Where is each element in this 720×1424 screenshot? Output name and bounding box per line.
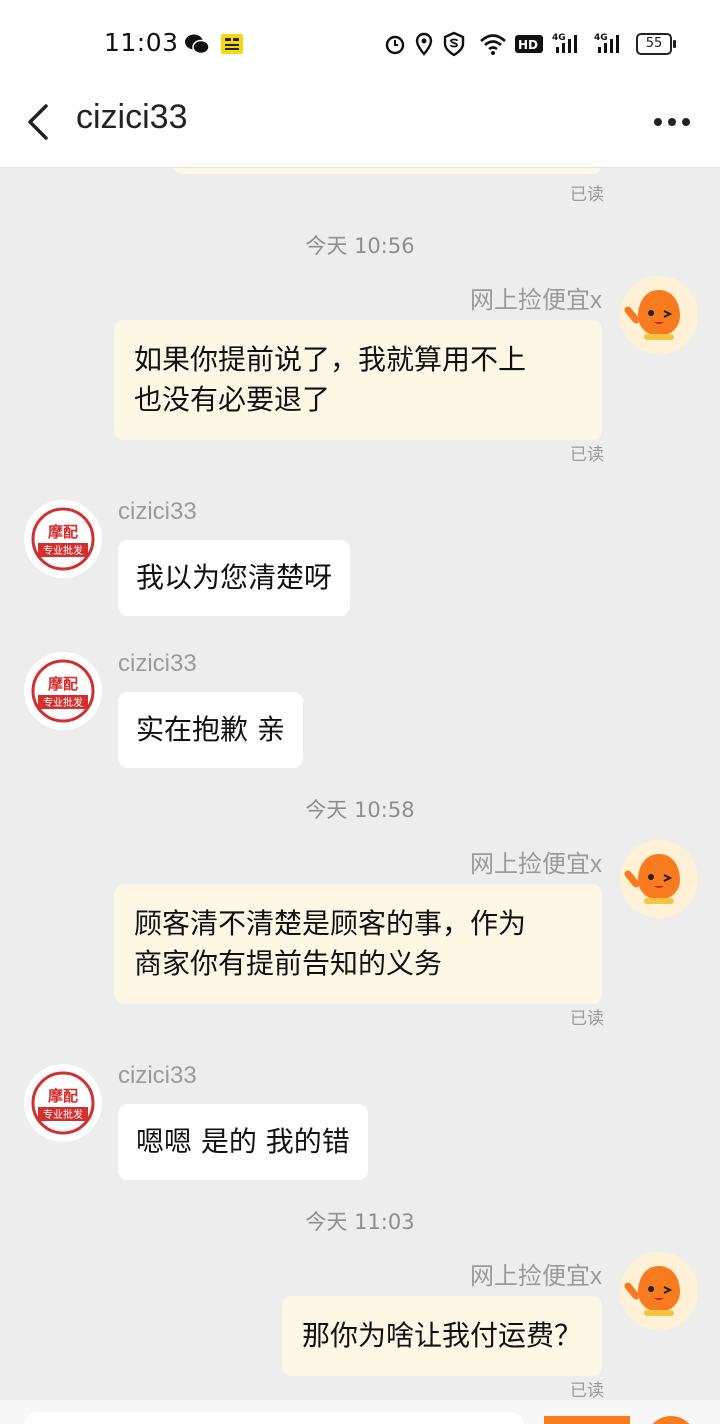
- svg-text:专业批发: 专业批发: [43, 544, 83, 557]
- message-bubble[interactable]: 嗯嗯 是的 我的错: [118, 1104, 368, 1180]
- wifi-icon: [480, 34, 506, 55]
- svg-text:摩配: 摩配: [48, 523, 78, 541]
- avatar[interactable]: 摩配 专业批发: [24, 1064, 102, 1142]
- message-text-line: 顾客清不清楚是顾客的事，作为: [134, 907, 527, 940]
- avatar[interactable]: [620, 840, 698, 918]
- read-receipt: 已读: [570, 1009, 604, 1029]
- message-text-line: 如果你提前说了，我就算用不上: [134, 343, 527, 376]
- more-options-button[interactable]: [652, 110, 692, 134]
- sender-name: 网上捡便宜x: [470, 1263, 602, 1290]
- battery-icon: 55: [636, 33, 676, 55]
- signal-4g-icon: 4G: [552, 33, 577, 53]
- avatar[interactable]: 摩配 专业批发: [24, 652, 102, 730]
- svg-text:摩配: 摩配: [48, 675, 78, 693]
- avatar[interactable]: [620, 276, 698, 354]
- sender-name: cizici33: [118, 1062, 197, 1089]
- svg-text:4G: 4G: [552, 33, 566, 43]
- message-bubble[interactable]: 我以为您清楚呀: [118, 540, 351, 616]
- sender-name: cizici33: [118, 650, 197, 677]
- wechat-icon: [185, 34, 210, 55]
- read-receipt: 已读: [570, 1381, 604, 1400]
- shop-logo-icon: 摩配 专业批发: [31, 507, 95, 571]
- timestamp: 今天 10:56: [305, 234, 415, 258]
- mascot-avatar-icon: [620, 840, 698, 918]
- message-bubble[interactable]: 实在抱歉 亲: [118, 692, 303, 768]
- message-list[interactable]: 已读 今天 10:56 网上捡便宜x 如果你提前说了，我就算用不上 也没有必要退…: [0, 168, 720, 1400]
- timestamp: 今天 10:58: [305, 798, 415, 822]
- shop-logo-icon: 摩配 专业批发: [31, 1071, 95, 1135]
- sender-name: cizici33: [118, 498, 197, 525]
- alarm-icon: [385, 35, 405, 55]
- mascot-avatar-icon: [620, 1252, 698, 1330]
- svg-text:4G: 4G: [594, 33, 608, 43]
- input-bar: [0, 1400, 720, 1424]
- svg-text:HD: HD: [518, 38, 538, 52]
- message-bubble-partial[interactable]: [172, 168, 602, 174]
- hd-icon: HD: [515, 35, 543, 53]
- message-bubble[interactable]: 顾客清不清楚是顾客的事，作为 商家你有提前告知的义务: [114, 884, 602, 1004]
- message-bubble[interactable]: 那你为啥让我付运费？: [281, 1296, 602, 1376]
- status-bar: 11:03 HD 4G 4G 55: [0, 0, 720, 80]
- chat-header: cizici33: [0, 80, 720, 168]
- news-app-icon: [221, 34, 243, 54]
- read-receipt: 已读: [570, 445, 604, 465]
- avatar[interactable]: [620, 1252, 698, 1330]
- message-text: 那你为啥让我付运费？: [301, 1319, 582, 1352]
- timestamp: 今天 11:03: [305, 1210, 415, 1234]
- shop-logo-icon: 摩配 专业批发: [31, 659, 95, 723]
- status-time: 11:03: [104, 28, 179, 57]
- svg-text:专业批发: 专业批发: [43, 1108, 83, 1121]
- avatar[interactable]: 摩配 专业批发: [24, 500, 102, 578]
- message-text: 实在抱歉 亲: [136, 713, 285, 746]
- back-button[interactable]: [20, 100, 60, 144]
- message-input[interactable]: [24, 1412, 524, 1424]
- sender-name: 网上捡便宜x: [470, 851, 602, 878]
- emoji-button[interactable]: [646, 1416, 696, 1424]
- message-bubble[interactable]: 如果你提前说了，我就算用不上 也没有必要退了: [114, 320, 602, 440]
- svg-text:专业批发: 专业批发: [43, 696, 83, 709]
- location-icon: [415, 32, 433, 56]
- sender-name: 网上捡便宜x: [470, 287, 602, 314]
- message-text-line: 商家你有提前告知的义务: [134, 947, 443, 980]
- shield-icon: [443, 31, 465, 57]
- mascot-avatar-icon: [620, 276, 698, 354]
- signal-4g-icon: 4G: [594, 33, 619, 53]
- page-title: cizici33: [76, 98, 188, 136]
- read-receipt: 已读: [570, 185, 604, 205]
- svg-text:摩配: 摩配: [48, 1087, 78, 1105]
- send-button[interactable]: [544, 1416, 630, 1424]
- message-text: 我以为您清楚呀: [136, 561, 333, 594]
- message-text: 嗯嗯 是的 我的错: [136, 1125, 350, 1158]
- message-text-line: 也没有必要退了: [134, 383, 331, 416]
